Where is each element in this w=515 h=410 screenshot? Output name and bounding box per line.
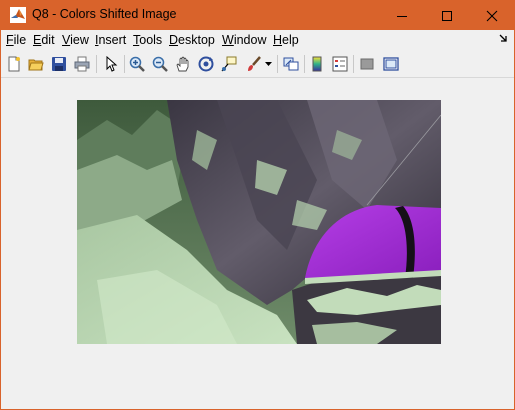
colorbar-icon: [312, 56, 322, 72]
window-title: Q8 - Colors Shifted Image: [32, 7, 177, 21]
save-button[interactable]: [49, 54, 69, 74]
menu-edit[interactable]: Edit: [33, 33, 55, 47]
open-file-button[interactable]: [26, 54, 46, 74]
zoom-in-button[interactable]: [127, 54, 147, 74]
print-button[interactable]: [72, 54, 92, 74]
menu-tools[interactable]: Tools: [133, 33, 162, 47]
edit-plot-button[interactable]: [101, 54, 121, 74]
brush-dropdown-icon: [264, 61, 272, 66]
brush-icon: [248, 56, 261, 71]
new-figure-icon: [8, 56, 20, 72]
new-figure-button[interactable]: [4, 54, 24, 74]
zoom-out-icon: [152, 56, 168, 72]
save-icon: [52, 57, 66, 71]
menu-insert[interactable]: Insert: [95, 33, 126, 47]
brush-button[interactable]: [244, 54, 264, 74]
insert-colorbar-button[interactable]: [307, 54, 327, 74]
menu-window[interactable]: Window: [222, 33, 266, 47]
matlab-logo-icon: [10, 7, 26, 23]
show-plot-tools-icon: [383, 57, 399, 71]
hide-plot-tools-icon: [360, 58, 374, 70]
link-plot-button[interactable]: [281, 54, 301, 74]
insert-legend-button[interactable]: [330, 54, 350, 74]
menu-file[interactable]: File: [6, 33, 26, 47]
hide-plot-tools-button[interactable]: [357, 54, 377, 74]
brush-dropdown-button[interactable]: [263, 54, 273, 74]
colors-shifted-image[interactable]: [77, 100, 441, 344]
zoom-out-button[interactable]: [150, 54, 170, 74]
figure-canvas[interactable]: [1, 78, 514, 409]
pointer-icon: [106, 56, 118, 72]
toolbar-separator: [304, 55, 305, 73]
close-button[interactable]: [469, 1, 514, 30]
print-icon: [74, 56, 90, 72]
title-bar[interactable]: Q8 - Colors Shifted Image: [1, 1, 514, 30]
pan-hand-icon: [176, 56, 189, 72]
minimize-icon: [396, 15, 407, 17]
open-file-icon: [28, 59, 44, 71]
link-plot-icon: [283, 57, 299, 71]
show-plot-tools-button[interactable]: [381, 54, 401, 74]
zoom-in-icon: [129, 56, 145, 72]
toolbar-separator: [277, 55, 278, 73]
menu-bar: File Edit View Insert Tools Desktop Wind…: [1, 30, 514, 51]
figure-window: Q8 - Colors Shifted Image File Edit View…: [0, 0, 515, 410]
rotate-3d-button[interactable]: [196, 54, 216, 74]
menu-help[interactable]: Help: [273, 33, 299, 47]
minimize-button[interactable]: [379, 1, 424, 30]
menu-desktop[interactable]: Desktop: [169, 33, 215, 47]
menu-view[interactable]: View: [62, 33, 89, 47]
legend-icon: [332, 56, 348, 72]
pan-button[interactable]: [173, 54, 193, 74]
toolbar-separator: [353, 55, 354, 73]
dock-arrow-icon[interactable]: [499, 34, 508, 43]
data-cursor-icon: [221, 56, 237, 72]
toolbar-separator: [96, 55, 97, 73]
toolbar-separator: [124, 55, 125, 73]
maximize-icon: [441, 10, 452, 21]
rotate-3d-icon: [198, 56, 214, 72]
data-cursor-button[interactable]: [219, 54, 239, 74]
close-icon: [486, 10, 497, 21]
figure-toolbar: [1, 51, 514, 78]
maximize-button[interactable]: [424, 1, 469, 30]
